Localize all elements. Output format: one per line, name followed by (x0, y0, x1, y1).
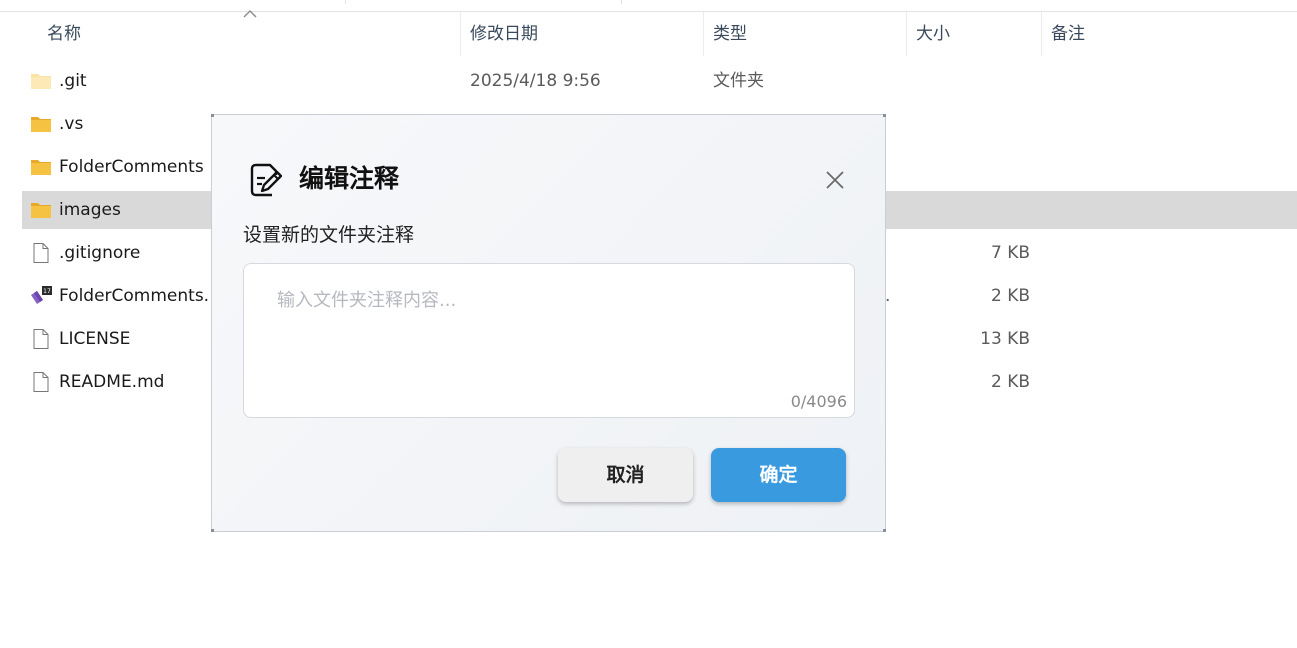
file-modified: 2025/4/18 9:56 (470, 71, 601, 91)
confirm-button[interactable]: 确定 (711, 448, 846, 502)
column-header-size[interactable]: 大小 (916, 12, 950, 56)
folder-icon (31, 203, 51, 218)
close-icon[interactable] (824, 169, 846, 191)
file-icon (33, 372, 49, 392)
svg-text:17: 17 (43, 288, 51, 295)
file-name: .gitignore (59, 243, 141, 263)
folder-icon (31, 117, 51, 132)
dialog-corner (883, 529, 886, 532)
column-separator[interactable] (1041, 12, 1042, 56)
file-name: README.md (59, 372, 165, 392)
comment-textarea[interactable]: 输入文件夹注释内容... 0/4096 (243, 263, 855, 418)
file-icon (33, 243, 49, 263)
file-name: FolderComments (59, 157, 204, 177)
column-separator[interactable] (906, 12, 907, 56)
edit-note-icon (250, 163, 282, 197)
file-size: 7 KB (990, 243, 1030, 263)
file-size: 2 KB (990, 286, 1030, 306)
file-icon (33, 329, 49, 349)
top-tick (345, 0, 346, 4)
column-separator[interactable] (460, 12, 461, 56)
dialog-corner (211, 114, 214, 117)
file-size: 13 KB (980, 329, 1030, 349)
dialog-corner (211, 529, 214, 532)
column-header: 名称 修改日期 类型 大小 备注 (0, 10, 1297, 56)
folder-icon (31, 160, 51, 175)
folder-icon (31, 74, 51, 89)
column-header-modified[interactable]: 修改日期 (470, 12, 538, 56)
comment-placeholder: 输入文件夹注释内容... (277, 290, 457, 311)
file-name: images (59, 200, 121, 220)
file-size: 2 KB (990, 372, 1030, 392)
column-header-comment[interactable]: 备注 (1051, 12, 1085, 56)
file-name: .vs (59, 114, 84, 134)
column-separator[interactable] (703, 12, 704, 56)
sort-up-icon (243, 10, 257, 18)
character-counter: 0/4096 (790, 392, 847, 411)
dialog-title: 编辑注释 (299, 164, 400, 193)
file-name: FolderComments. (59, 286, 210, 306)
file-name: LICENSE (59, 329, 131, 349)
cancel-button[interactable]: 取消 (558, 448, 693, 502)
column-header-name[interactable]: 名称 (47, 12, 81, 56)
comment-field-label: 设置新的文件夹注释 (243, 224, 415, 246)
column-header-type[interactable]: 类型 (713, 12, 747, 56)
file-type: 文件夹 (713, 71, 764, 91)
visual-studio-solution-icon: 17 (31, 286, 52, 304)
top-tick (621, 0, 622, 4)
file-name: .git (59, 71, 87, 91)
edit-comment-dialog: 编辑注释 设置新的文件夹注释 输入文件夹注释内容... 0/4096 取消 确定 (211, 114, 886, 532)
file-row[interactable]: .git 2025/4/18 9:56 文件夹 (22, 62, 1297, 100)
dialog-corner (883, 114, 886, 117)
